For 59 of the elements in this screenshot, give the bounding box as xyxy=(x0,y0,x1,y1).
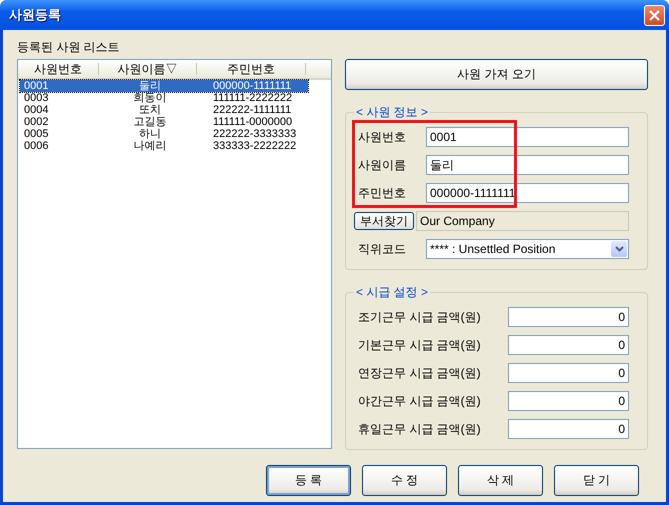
action-button[interactable]: 수 정 xyxy=(362,465,447,496)
input-field[interactable]: 0 xyxy=(508,391,629,411)
list-cell-text: 0002 xyxy=(23,116,50,128)
dropdown-value: **** : Unsettled Position xyxy=(430,242,556,256)
close-icon xyxy=(648,8,661,22)
close-button[interactable] xyxy=(644,4,665,26)
list-cell-text: 0006 xyxy=(23,140,50,152)
input-field[interactable]: 둘리 xyxy=(426,155,629,175)
input-field[interactable]: 0001 xyxy=(426,127,629,147)
department-field: Our Company xyxy=(416,211,629,231)
list-cell-text: 000000-1111111 xyxy=(212,80,292,92)
list-cell-text: 0003 xyxy=(23,92,50,104)
list-row[interactable]: 0006 나예리 333333-2222222 xyxy=(20,140,308,152)
list-row[interactable]: 0005 하니 222222-3333333 xyxy=(20,128,308,140)
input-field[interactable]: 0 xyxy=(508,419,629,439)
input-field[interactable]: 0 xyxy=(508,335,629,355)
list-row[interactable]: 0004 또치 222222-1111111 xyxy=(20,104,308,116)
list-cell-text: 둘리 xyxy=(138,80,162,92)
list-cell-text: 고길동 xyxy=(132,116,168,128)
column-header[interactable]: 사원번호 xyxy=(18,63,99,75)
group-title: < 시급 설정 > xyxy=(355,284,430,301)
list-cell-text: 희동이 xyxy=(132,92,168,104)
list-row[interactable]: 0003 희동이 111111-2222222 xyxy=(20,92,308,104)
input-field[interactable]: 000000-1111111 xyxy=(426,183,629,203)
action-button[interactable]: 등 록 xyxy=(266,465,351,496)
list-cell-text: 하니 xyxy=(138,128,162,140)
field-label: 휴일근무 시급 금액(원) xyxy=(358,420,482,438)
group-title: < 사원 정보 > xyxy=(355,104,430,121)
action-button[interactable]: 닫 기 xyxy=(554,465,639,496)
window-title: 사원등록 xyxy=(8,6,61,24)
field-label: 사원번호 xyxy=(358,128,407,146)
list-cell-text: 또치 xyxy=(138,104,162,116)
list-cell-text: 111111-0000000 xyxy=(212,116,294,128)
list-cell-text: 222222-1111111 xyxy=(212,104,292,116)
list-cell-text: 222222-3333333 xyxy=(212,128,298,140)
find-department-button[interactable]: 부서찾기 xyxy=(354,212,414,230)
list-row[interactable]: 0002 고길동 111111-0000000 xyxy=(20,116,308,128)
field-label: 연장근무 시급 금액(원) xyxy=(358,364,482,382)
load-employee-button[interactable]: 사원 가져 오기 xyxy=(345,59,648,90)
position-dropdown[interactable]: **** : Unsettled Position xyxy=(426,239,629,259)
list-row[interactable]: 0001 둘리 000000-1111111 xyxy=(20,80,308,92)
list-cell-text: 0004 xyxy=(23,104,50,116)
field-label: 야간근무 시급 금액(원) xyxy=(358,392,482,410)
list-cell-text: 111111-2222222 xyxy=(212,92,294,104)
input-field[interactable]: 0 xyxy=(508,307,629,327)
list-label: 등록된 사원 리스트 xyxy=(17,39,121,56)
field-label: 조기근무 시급 금액(원) xyxy=(358,308,482,326)
column-header[interactable]: 주민번호 xyxy=(197,63,306,75)
list-cell-text: 0005 xyxy=(23,128,50,140)
list-cell-text: 나예리 xyxy=(132,140,168,152)
list-cell-text: 0001 xyxy=(23,80,50,92)
field-label: 주민번호 xyxy=(358,184,407,202)
input-field[interactable]: 0 xyxy=(508,363,629,383)
field-label: 직위코드 xyxy=(358,240,407,258)
action-button[interactable]: 삭 제 xyxy=(458,465,543,496)
field-label: 사원이름 xyxy=(358,156,407,174)
field-label: 기본근무 시급 금액(원) xyxy=(358,336,482,354)
column-header[interactable]: 사원이름▽ xyxy=(99,63,197,75)
list-cell-text: 333333-2222222 xyxy=(212,140,298,152)
